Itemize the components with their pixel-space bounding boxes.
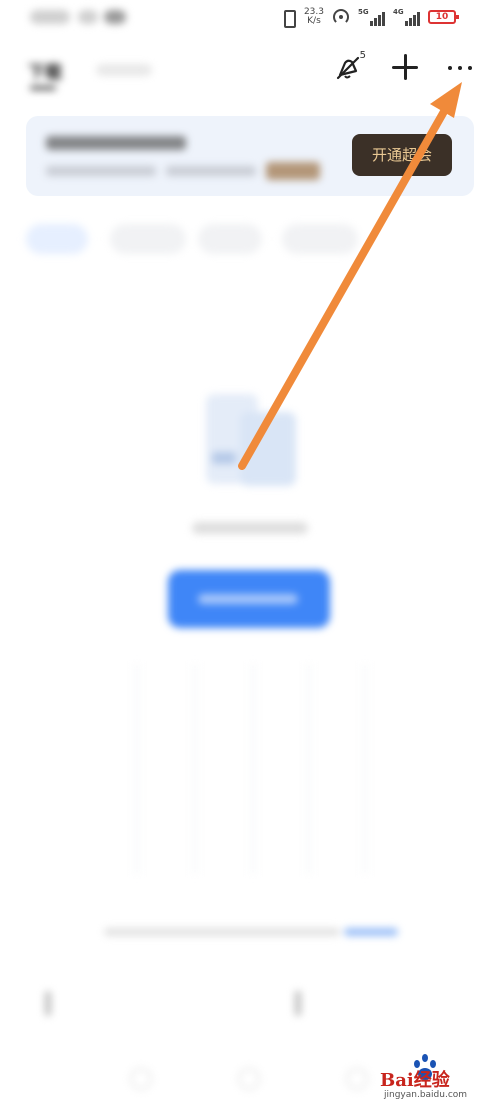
- vip-banner[interactable]: 开通超会: [26, 116, 474, 196]
- chip-5[interactable]: [382, 224, 482, 254]
- upload-button[interactable]: [168, 570, 330, 628]
- system-recent-icon[interactable]: [346, 1068, 368, 1090]
- bell-slash-icon: [336, 56, 360, 80]
- watermark-text: Bai经验: [380, 1070, 450, 1091]
- vibrate-icon: [280, 8, 296, 28]
- system-back-icon[interactable]: [130, 1068, 152, 1090]
- home-icon: [45, 991, 51, 1016]
- more-button[interactable]: [442, 50, 478, 86]
- nav-share[interactable]: [292, 991, 332, 1034]
- baidu-jingyan-watermark: Bai经验 jingyan.baidu.com: [380, 1052, 496, 1106]
- empty-folder-illustration: [196, 394, 306, 494]
- sim2-tag: 4G: [393, 8, 404, 16]
- nav-files[interactable]: [166, 994, 206, 1034]
- filter-chip-row: [26, 224, 500, 258]
- status-time: [30, 8, 126, 26]
- plus-icon: [387, 50, 423, 86]
- banner-subtitle-placeholder: [46, 166, 156, 176]
- more-dots-icon: [448, 66, 472, 70]
- sim1-tag: 5G: [358, 8, 369, 16]
- status-bar: 23.3 K/s 5G 4G 10: [0, 0, 500, 34]
- open-vip-button[interactable]: 开通超会: [352, 134, 452, 176]
- system-home-icon[interactable]: [238, 1068, 260, 1090]
- chip-3[interactable]: [198, 224, 262, 254]
- hotspot-icon: [332, 8, 350, 26]
- add-button[interactable]: [387, 50, 423, 86]
- bottom-nav: [0, 980, 500, 1050]
- banner-chip: [266, 162, 320, 180]
- signal-sim2-icon: 4G: [393, 8, 420, 26]
- chip-2[interactable]: [110, 224, 186, 254]
- battery-icon: 10: [428, 10, 459, 24]
- notify-badge: 5: [359, 50, 366, 61]
- banner-title-placeholder: [46, 136, 186, 150]
- nav-home[interactable]: [40, 991, 80, 1034]
- tab-secondary-placeholder: [96, 64, 152, 76]
- chip-4[interactable]: [282, 224, 358, 254]
- nav-profile[interactable]: [418, 994, 458, 1034]
- top-header: 下载 5: [0, 40, 500, 100]
- status-icons: 23.3 K/s 5G 4G 10: [280, 6, 459, 28]
- empty-message-placeholder: [192, 522, 308, 534]
- network-speed: 23.3 K/s: [303, 7, 324, 26]
- tab-downloads[interactable]: 下载: [28, 58, 62, 83]
- signal-sim1-icon: 5G: [358, 8, 385, 26]
- share-icon: [295, 991, 301, 1016]
- battery-level: 10: [435, 12, 449, 22]
- background-guides: [136, 664, 366, 874]
- notify-button[interactable]: 5: [330, 50, 366, 86]
- chip-all[interactable]: [26, 224, 88, 254]
- watermark-url: jingyan.baidu.com: [384, 1090, 468, 1100]
- footer-link[interactable]: [344, 928, 398, 936]
- active-tab-indicator: [30, 86, 56, 90]
